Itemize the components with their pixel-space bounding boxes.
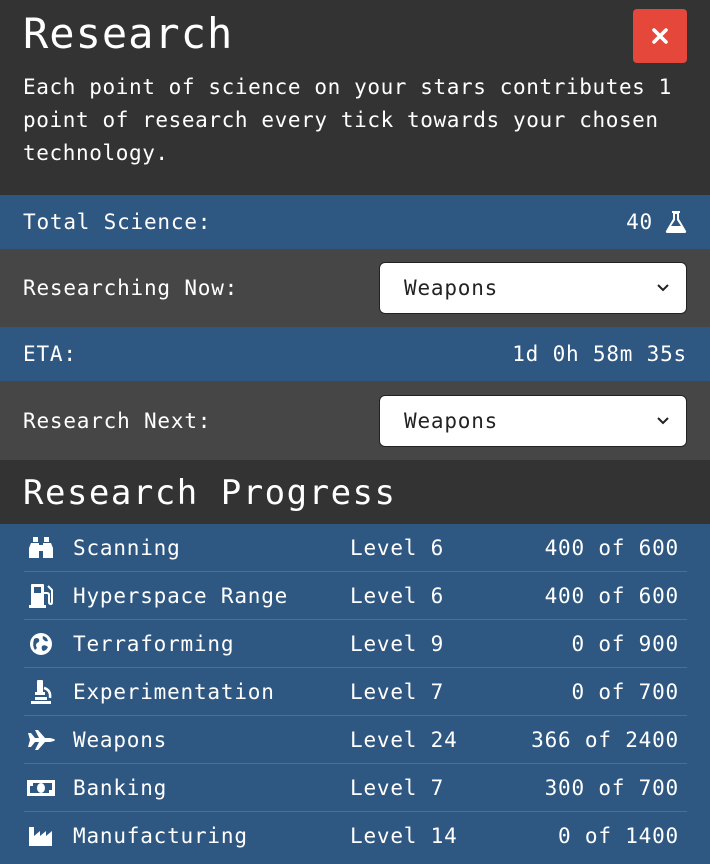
tech-level: Level 7	[350, 679, 445, 704]
total-science-value: 40	[626, 210, 653, 234]
research-progress-title: Research Progress	[23, 473, 397, 513]
tech-name: Weapons	[73, 727, 168, 752]
tech-progress: 400 of 600	[544, 583, 679, 608]
tech-row-hyperspace-range: Hyperspace Range Level 6 400 of 600	[24, 572, 687, 620]
tech-progress: 366 of 2400	[531, 727, 679, 752]
tech-progress: 0 of 900	[571, 631, 679, 656]
tech-level: Level 6	[350, 583, 445, 608]
tech-name: Hyperspace Range	[73, 583, 289, 608]
research-next-row: Research Next: Weapons	[0, 381, 710, 460]
research-next-select[interactable]: Weapons	[379, 394, 687, 447]
researching-now-row: Researching Now: Weapons	[0, 249, 710, 327]
fighter-jet-icon	[24, 725, 58, 755]
tech-level: Level 24	[350, 727, 458, 752]
total-science-value-group: 40	[626, 210, 687, 234]
tech-name: Manufacturing	[73, 824, 248, 848]
tech-row-terraforming: Terraforming Level 9 0 of 900	[24, 620, 687, 668]
close-icon	[652, 28, 668, 44]
research-description: Each point of science on your stars cont…	[23, 75, 672, 165]
tech-row-weapons: Weapons Level 24 366 of 2400	[24, 716, 687, 764]
industry-icon	[24, 821, 58, 851]
globe-icon	[24, 629, 58, 659]
tech-row-banking: Banking Level 7 300 of 700	[24, 764, 687, 812]
eta-value: 1d 0h 58m 35s	[512, 342, 687, 366]
tech-row-manufacturing: Manufacturing Level 14 0 of 1400	[24, 812, 687, 860]
microscope-icon	[24, 677, 58, 707]
researching-now-selected: Weapons	[404, 276, 499, 300]
tech-progress: 400 of 600	[544, 535, 679, 560]
researching-now-select[interactable]: Weapons	[379, 262, 687, 314]
eta-label: ETA:	[23, 342, 77, 366]
total-science-label: Total Science:	[23, 210, 212, 234]
tech-level: Level 7	[350, 775, 445, 800]
chevron-down-icon	[657, 284, 669, 292]
tech-row-experimentation: Experimentation Level 7 0 of 700	[24, 668, 687, 716]
tech-name: Scanning	[73, 535, 181, 560]
money-bill-icon	[24, 773, 58, 803]
close-button[interactable]	[633, 9, 687, 63]
flask-icon	[665, 211, 687, 233]
tech-row-scanning: Scanning Level 6 400 of 600	[24, 524, 687, 572]
total-science-row: Total Science: 40	[0, 195, 710, 249]
page-title: Research	[23, 9, 234, 58]
chevron-down-icon	[657, 416, 669, 424]
tech-progress: 300 of 700	[544, 775, 679, 800]
tech-progress: 0 of 1400	[558, 824, 679, 848]
tech-level: Level 6	[350, 535, 445, 560]
tech-level: Level 14	[350, 824, 458, 848]
research-next-selected: Weapons	[404, 408, 499, 433]
tech-name: Banking	[73, 775, 168, 800]
gas-pump-icon	[24, 581, 58, 611]
tech-name: Experimentation	[73, 679, 275, 704]
research-progress-list: Scanning Level 6 400 of 600 Hyperspace R…	[0, 524, 710, 864]
research-panel: Research Each point of science on your s…	[0, 0, 710, 864]
tech-name: Terraforming	[73, 631, 235, 656]
research-header: Research Each point of science on your s…	[0, 0, 710, 195]
eta-row: ETA: 1d 0h 58m 35s	[0, 327, 710, 381]
binoculars-icon	[24, 533, 58, 563]
tech-level: Level 9	[350, 631, 445, 656]
tech-progress: 0 of 700	[571, 679, 679, 704]
